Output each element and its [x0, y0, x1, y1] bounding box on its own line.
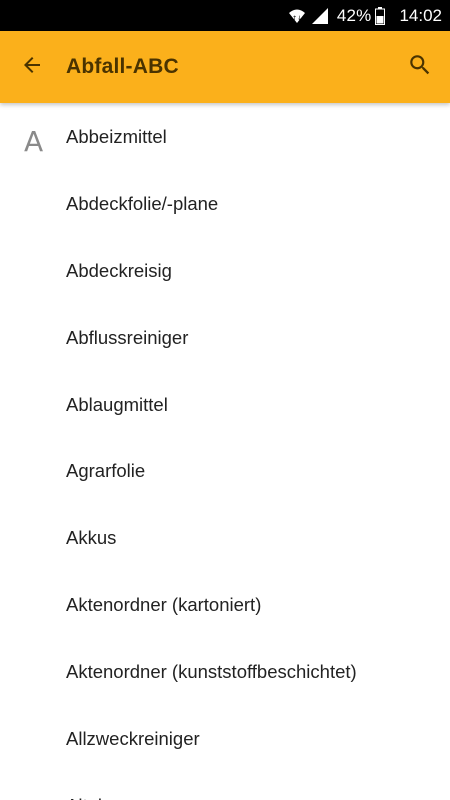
list-item[interactable]: Aktenordner (kartoniert) [66, 571, 261, 638]
search-icon [407, 52, 433, 83]
search-button[interactable] [400, 47, 440, 87]
signal-icon [311, 7, 329, 25]
list-item[interactable]: Abdeckfolie/-plane [66, 170, 218, 237]
list-item[interactable]: Abdeckreisig [66, 237, 172, 304]
battery-icon [375, 6, 386, 25]
waste-list[interactable]: A Abbeizmittel Abdeckfolie/-plane Abdeck… [0, 103, 450, 800]
status-icons: ↑↓ 42% 14:02 [287, 0, 442, 31]
list-item[interactable]: Abflussreiniger [66, 304, 188, 371]
arrow-left-icon [20, 53, 44, 82]
list-item[interactable]: Abbeizmittel [66, 103, 167, 170]
list-item[interactable]: Aktenordner (kunststoffbeschichtet) [66, 638, 357, 705]
section-letter: A [24, 125, 44, 158]
app-bar: Abfall-ABC [0, 31, 450, 103]
page-title: Abfall-ABC [66, 55, 179, 78]
list-item[interactable]: Agrarfolie [66, 437, 145, 504]
battery-percent: 42% [336, 5, 372, 25]
status-bar: ↑↓ 42% 14:02 [0, 0, 450, 31]
clock-time: 14:02 [399, 5, 442, 25]
list-item[interactable]: Allzweckreiniger [66, 705, 200, 772]
back-button[interactable] [12, 47, 52, 87]
list-item[interactable]: Altei... [66, 772, 117, 800]
svg-text:↑↓: ↑↓ [292, 15, 302, 22]
list-item[interactable]: Akkus [66, 504, 116, 571]
list-item[interactable]: Ablaugmittel [66, 371, 168, 438]
wifi-icon: ↑↓ [287, 7, 307, 25]
